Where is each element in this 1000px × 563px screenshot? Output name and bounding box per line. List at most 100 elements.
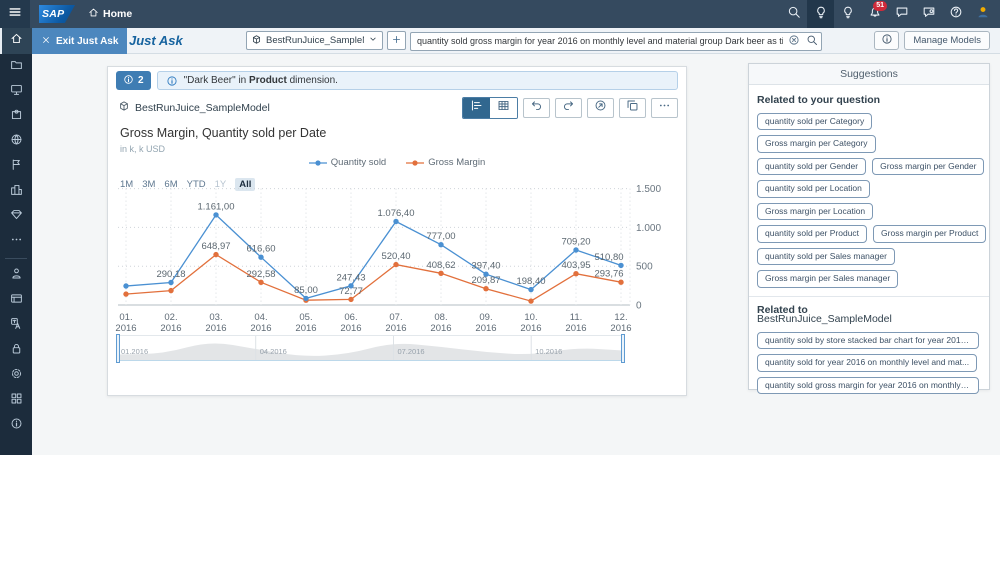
manage-models-button[interactable]: Manage Models	[904, 31, 990, 50]
sidebar-item-translation[interactable]	[0, 313, 32, 338]
question-input[interactable]	[410, 31, 822, 51]
model-selector[interactable]: BestRunJuice_SampleM... (1)	[246, 31, 383, 50]
collaboration-button[interactable]	[915, 0, 942, 28]
interpretation-count: 2	[138, 75, 144, 86]
suggestion-chip[interactable]: quantity sold per Location	[757, 180, 870, 198]
suggestion-chip[interactable]: quantity sold per Category	[757, 113, 873, 131]
suggestion-chip[interactable]: quantity sold for year 2016 on monthly l…	[757, 354, 978, 372]
sidebar-item-more[interactable]	[0, 229, 32, 254]
translate-icon	[10, 317, 23, 335]
notifications-button[interactable]: 51	[861, 0, 888, 28]
breadcrumb-home[interactable]: Home	[88, 7, 132, 21]
table-view-button[interactable]	[490, 98, 517, 118]
chip-row: quantity sold by store stacked bar chart…	[757, 331, 981, 350]
sidebar-item-organization[interactable]	[0, 179, 32, 204]
clear-icon[interactable]	[788, 33, 800, 51]
exit-label: Exit Just Ask	[56, 35, 119, 47]
sidebar-item-security[interactable]	[0, 338, 32, 363]
folder-icon	[10, 58, 23, 76]
suggestion-chip[interactable]: Gross margin per Category	[757, 135, 876, 153]
add-model-button[interactable]	[387, 31, 406, 50]
suggestion-chip[interactable]: quantity sold per Product	[757, 225, 868, 243]
help-icon	[949, 5, 963, 24]
info-icon	[166, 75, 178, 87]
chip-row: quantity sold gross margin for year 2016…	[757, 376, 981, 395]
interpretation-badge[interactable]: 2	[116, 71, 151, 90]
legend-item[interactable]: Gross Margin	[406, 157, 485, 168]
svg-text:05.: 05.	[299, 312, 312, 323]
suggestion-chip[interactable]: quantity sold by store stacked bar chart…	[757, 331, 979, 350]
svg-text:10.2016: 10.2016	[535, 347, 562, 356]
sidebar-item-home[interactable]	[0, 28, 32, 54]
sidebar-item-browse[interactable]	[0, 129, 32, 154]
svg-text:408,62: 408,62	[426, 260, 455, 271]
svg-text:04.: 04.	[254, 312, 267, 323]
legend-item[interactable]: Quantity sold	[308, 157, 386, 168]
undo-button[interactable]	[523, 98, 550, 118]
exit-just-ask-button[interactable]: Exit Just Ask	[32, 28, 128, 54]
search-button[interactable]	[780, 0, 807, 28]
explore-button[interactable]	[587, 98, 614, 118]
model-selector-label: BestRunJuice_SampleM... (1)	[266, 35, 364, 46]
navigator-right-handle[interactable]	[621, 334, 625, 363]
sidebar-item-missions[interactable]	[0, 154, 32, 179]
chartbars-icon	[470, 99, 483, 117]
time-navigator[interactable]: 01.2016 04.2016 07.2016 10.2016	[116, 334, 625, 363]
sidebar-item-extensions[interactable]	[0, 104, 32, 129]
chip-row: quantity sold per Location	[757, 180, 981, 198]
info-icon	[123, 74, 134, 88]
svg-text:11.: 11.	[570, 312, 583, 323]
redo-button[interactable]	[555, 98, 582, 118]
svg-text:2016: 2016	[520, 323, 541, 334]
svg-text:292,58: 292,58	[246, 269, 275, 280]
interpretation-row: 2 "Dark Beer" in Product dimension.	[116, 71, 678, 90]
shell-bar: SAP Home 51	[0, 0, 1000, 28]
ai-assistant-button[interactable]	[807, 0, 834, 28]
svg-text:2016: 2016	[160, 323, 181, 334]
smart-insights-button[interactable]	[834, 0, 861, 28]
suggestion-chip[interactable]: quantity sold per Sales manager	[757, 247, 895, 266]
sidebar-item-modeler[interactable]	[0, 204, 32, 229]
suggestion-chip[interactable]: Gross margin per Location	[757, 202, 874, 221]
sidebar-item-cards[interactable]	[0, 288, 32, 313]
sidebar-item-app-catalog[interactable]	[0, 388, 32, 413]
lock-icon	[10, 342, 23, 360]
sidebar-item-presentations[interactable]	[0, 79, 32, 104]
sidebar-item-files[interactable]	[0, 54, 32, 79]
suggestion-chip[interactable]: Gross margin per Sales manager	[757, 270, 899, 288]
screen-icon	[10, 83, 23, 101]
chat-icon	[895, 5, 909, 24]
suggestion-chip[interactable]: quantity sold per Gender	[757, 157, 867, 176]
user-profile-button[interactable]	[969, 0, 996, 28]
chip-row: Gross margin per Location	[757, 202, 981, 221]
chart-view-button[interactable]	[463, 98, 490, 118]
main-menu-button[interactable]	[0, 0, 30, 28]
sidebar-item-about[interactable]	[0, 413, 32, 438]
more-actions-button[interactable]	[651, 98, 678, 118]
suggestion-chip[interactable]: Gross margin per Gender	[872, 157, 985, 176]
suggestion-chip[interactable]: quantity sold gross margin for year 2016…	[757, 376, 979, 395]
copy-button[interactable]	[619, 98, 646, 118]
sidebar-item-administration[interactable]	[0, 363, 32, 388]
home-icon	[88, 7, 99, 21]
svg-text:72,77: 72,77	[339, 286, 363, 297]
suggestion-chip[interactable]: Gross margin per Product	[873, 225, 987, 243]
model-name: BestRunJuice_SampleModel	[135, 102, 270, 114]
search-icon[interactable]	[806, 33, 818, 51]
navigator-left-handle[interactable]	[116, 334, 120, 363]
svg-text:2016: 2016	[250, 323, 271, 334]
info-button[interactable]	[874, 31, 900, 50]
bulb-icon	[814, 5, 828, 24]
help-button[interactable]	[942, 0, 969, 28]
close-icon	[41, 35, 51, 48]
query-controls: BestRunJuice_SampleM... (1)	[246, 31, 822, 51]
gem-icon	[10, 208, 23, 226]
chart-canvas[interactable]: 0 500 1.000 1.500 01. 2016 02. 2016 03. 2016 04. 20…	[114, 184, 680, 341]
view-switch	[462, 97, 518, 119]
related-model-name: BestRunJuice_SampleModel	[757, 312, 892, 325]
discussions-button[interactable]	[888, 0, 915, 28]
sidebar-item-profile[interactable]	[0, 263, 32, 288]
chart-legend: Quantity sold Gross Margin	[108, 157, 686, 168]
info-icon	[10, 417, 23, 435]
home-label: Home	[103, 8, 133, 20]
